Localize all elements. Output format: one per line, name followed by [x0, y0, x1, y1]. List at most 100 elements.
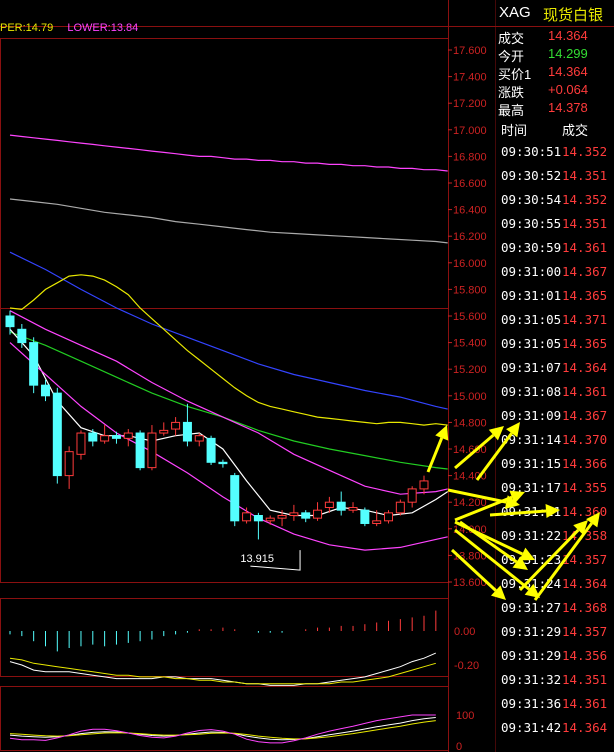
tick-price: 14.365 [562, 288, 608, 303]
tick-row[interactable]: 09:31:29 14.357 [496, 624, 614, 648]
candle-body [29, 342, 39, 386]
tick-row[interactable]: 09:30:52 14.351 [496, 168, 614, 192]
y-tick-label: 14.000 [453, 524, 487, 536]
tick-row[interactable]: 09:31:00 14.367 [496, 264, 614, 288]
tick-row[interactable]: 09:31:32 14.351 [496, 672, 614, 696]
tick-price: 14.355 [562, 480, 608, 495]
candle-body [76, 432, 86, 455]
tick-price: 14.367 [562, 408, 608, 423]
tick-time: 09:31:09 [501, 408, 562, 423]
tick-row[interactable]: 09:30:59 14.361 [496, 240, 614, 264]
candle-body [88, 432, 98, 442]
tick-row[interactable]: 09:30:51 14.352 [496, 144, 614, 168]
tick-row[interactable]: 09:31:27 14.368 [496, 600, 614, 624]
tick-row[interactable]: 09:31:14 14.370 [496, 432, 614, 456]
tick-price: 14.370 [562, 432, 608, 447]
chart-area: 17.600 17.400 17.200 17.000 16.800 16.600 16.4… [0, 0, 496, 752]
tick-price: 14.360 [562, 504, 608, 519]
tick-row[interactable]: 09:31:17 14.355 [496, 480, 614, 504]
quote-panel: XAG 现货白银 成交 14.364 今开 14.299 买价1 14.364 涨跌 +0.0… [496, 0, 614, 752]
y-tick-label: 14.200 [453, 497, 487, 509]
tick-row[interactable]: 09:31:15 14.366 [496, 456, 614, 480]
quote-label: 最高 [498, 103, 525, 118]
tick-time: 09:31:36 [501, 696, 562, 711]
quote-header: XAG 现货白银 [496, 0, 614, 27]
y-tick-label: 15.800 [453, 284, 487, 296]
quote-label: 成交 [498, 31, 525, 46]
tick-price: 14.351 [562, 216, 608, 231]
tick-row[interactable]: 09:30:54 14.352 [496, 192, 614, 216]
tick-row[interactable]: 09:30:55 14.351 [496, 216, 614, 240]
tick-row[interactable]: 09:31:05 14.371 [496, 312, 614, 336]
tick-time: 09:31:23 [501, 552, 562, 567]
indicator-line-1 [9, 198, 448, 244]
tick-price-header: 成交 [562, 123, 589, 138]
tick-row[interactable]: 09:31:01 14.365 [496, 288, 614, 312]
candle-body [360, 509, 370, 524]
tick-row[interactable]: 09:31:29 14.356 [496, 648, 614, 672]
tick-price: 14.364 [562, 720, 608, 735]
candle-body [52, 392, 62, 477]
candle-body [17, 328, 27, 344]
quote-value: 14.299 [548, 46, 588, 61]
tick-row[interactable]: 09:31:22 14.358 [496, 528, 614, 552]
quote-label: 涨跌 [498, 85, 525, 100]
tick-time: 09:31:24 [501, 576, 562, 591]
y-tick-label: 15.600 [453, 311, 487, 323]
tick-price: 14.368 [562, 600, 608, 615]
candle-body [242, 512, 252, 522]
tick-column-header: 时间 成交 [496, 118, 614, 140]
candle-body [348, 507, 358, 511]
candle-body [40, 384, 50, 397]
kdj-j-line [9, 714, 436, 744]
tick-price: 14.365 [562, 336, 608, 351]
macd-tick-label: 0.00 [454, 626, 475, 638]
tick-time: 09:31:32 [501, 672, 562, 687]
tick-row[interactable]: 09:31:23 14.357 [496, 552, 614, 576]
tick-row[interactable]: 09:31:09 14.367 [496, 408, 614, 432]
tick-price: 14.352 [562, 144, 608, 159]
tick-row[interactable]: 09:31:21 14.360 [496, 504, 614, 528]
y-tick-label: 15.400 [453, 338, 487, 350]
y-tick-label: 17.200 [453, 98, 487, 110]
y-tick-label: 13.800 [453, 550, 487, 562]
candle-body [206, 437, 216, 463]
tick-row[interactable]: 09:31:08 14.361 [496, 384, 614, 408]
candle-body [336, 501, 346, 511]
tick-time: 09:31:22 [501, 528, 562, 543]
tick-time: 09:31:07 [501, 360, 562, 375]
tick-row[interactable]: 09:31:42 14.364 [496, 720, 614, 744]
kdj-tick-label: 0 [456, 741, 462, 752]
candle-body [384, 512, 394, 522]
quote-row: 最高 14.378 [496, 100, 614, 118]
y-tick-label: 16.600 [453, 178, 487, 190]
y-tick-label: 13.600 [453, 577, 487, 589]
tick-time: 09:30:51 [501, 144, 562, 159]
candle-body [123, 432, 133, 439]
y-tick-label: 14.400 [453, 471, 487, 483]
quote-value: +0.064 [548, 82, 589, 97]
tick-price: 14.361 [562, 384, 608, 399]
y-tick-label: 14.800 [453, 417, 487, 429]
candle-body [277, 515, 287, 519]
tick-row[interactable]: 09:31:36 14.361 [496, 696, 614, 720]
candle-body [194, 435, 204, 442]
tick-row[interactable]: 09:31:07 14.364 [496, 360, 614, 384]
main-frame [0, 38, 449, 583]
tick-price: 14.351 [562, 168, 608, 183]
indicator-line-0 [9, 134, 448, 172]
candle-body [253, 515, 263, 522]
quote-label: 买价1 [498, 67, 532, 82]
low-price-annotation: 13.915 [240, 553, 274, 565]
tick-row[interactable]: 09:31:05 14.365 [496, 336, 614, 360]
tick-price: 14.364 [562, 360, 608, 375]
tick-price: 14.356 [562, 648, 608, 663]
tick-time: 09:31:42 [501, 720, 562, 735]
indicator-line-5 [9, 328, 449, 517]
candle-body [419, 480, 429, 490]
tick-time: 09:31:08 [501, 384, 562, 399]
tick-row[interactable]: 09:31:24 14.364 [496, 576, 614, 600]
y-tick-label: 16.400 [453, 205, 487, 217]
quote-row: 成交 14.364 [496, 28, 614, 46]
indicator-line-6 [9, 342, 448, 551]
